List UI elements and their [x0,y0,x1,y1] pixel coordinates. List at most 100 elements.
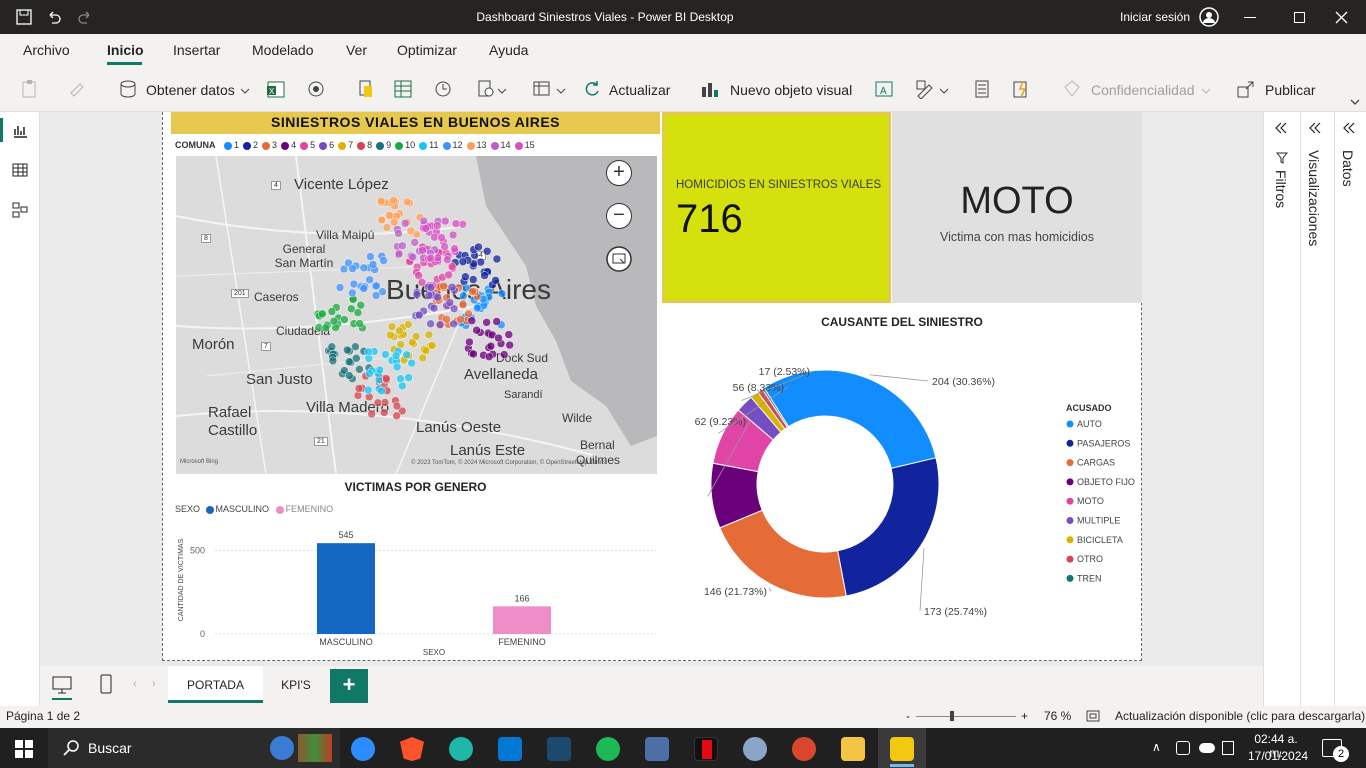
visualizations-pane[interactable]: Visualizaciones [1306,150,1322,246]
desktop-layout-icon[interactable] [52,676,72,694]
signin-link[interactable]: Iniciar sesión [1120,10,1190,24]
clock-date[interactable]: 17/01/2024 [1248,749,1308,763]
edge-icon[interactable] [449,737,473,761]
report-view-icon[interactable] [12,122,28,138]
mobile-layout-icon[interactable] [100,674,112,694]
vscode-icon[interactable] [498,737,522,761]
comuna-point [445,298,455,307]
menu-optimizar[interactable]: Optimizar [397,42,457,58]
brave-icon[interactable] [400,737,424,761]
comuna-point [353,391,363,400]
comuna-legend-dot [281,141,290,150]
paste-icon[interactable] [20,79,40,99]
filters-pane[interactable]: Filtros [1273,170,1289,208]
next-page-icon[interactable]: › [152,678,156,690]
taskbar-search[interactable]: Buscar [48,728,340,768]
model-view-icon[interactable] [12,202,28,218]
collapse-filters-icon[interactable] [1274,122,1288,134]
text-box-icon[interactable]: A [874,79,894,99]
onelake-icon[interactable] [306,79,326,99]
map-attribution[interactable]: © 2023 TomTom, © 2024 Microsoft Corporat… [411,460,606,466]
zoom-in-button[interactable]: + [606,160,632,186]
tray-app-icon[interactable] [1176,741,1190,755]
comuna-point [458,300,468,310]
new-visual-icon[interactable] [700,79,720,99]
undo-icon[interactable] [46,9,62,25]
zoom-app-icon[interactable] [351,737,375,761]
onedrive-icon[interactable] [1199,743,1215,753]
table-view-icon[interactable] [12,162,28,178]
more-visuals-icon[interactable] [915,79,935,99]
user-avatar-icon[interactable] [1199,7,1219,27]
ribbon-collapse-icon[interactable] [1350,99,1360,105]
refresh-button[interactable]: Actualizar [609,82,670,98]
close-icon[interactable] [1335,11,1348,24]
redo-icon[interactable] [77,9,93,25]
netflix-icon[interactable] [694,737,718,761]
chevron-down-icon[interactable] [497,88,507,94]
comuna-point [468,287,477,296]
windows-start-icon[interactable] [15,740,33,758]
zoom-slider-thumb[interactable] [950,711,954,721]
enter-data-icon[interactable] [393,79,413,99]
tab-kpis[interactable]: KPI'S [264,666,328,703]
chevron-down-icon[interactable] [939,88,949,94]
collapse-visualizations-icon[interactable] [1308,122,1322,134]
zoom-slider[interactable] [916,716,1016,717]
transform-data-icon[interactable] [476,79,496,99]
page-tabs-bar: ‹ › PORTADA KPI'S + [40,666,1263,706]
zoom-out-icon[interactable]: - [906,709,910,723]
comuna-legend-label: 6 [329,140,335,150]
file-explorer-icon[interactable] [841,737,865,761]
recent-sources-icon[interactable] [433,79,453,99]
menu-ayuda[interactable]: Ayuda [489,42,528,58]
volume-icon[interactable] [1222,741,1234,755]
tray-chevron-icon[interactable]: ∧ [1152,740,1161,754]
save-icon[interactable] [16,9,32,25]
data-pane[interactable]: Datos [1340,150,1356,187]
publish-icon[interactable] [1236,79,1256,99]
refresh-icon[interactable] [582,79,602,99]
r-icon[interactable] [743,737,767,761]
map-visual[interactable]: Vicente López Villa Maipú General San Mart… [176,156,657,474]
map-style-icon[interactable] [606,246,632,272]
tab-portada[interactable]: PORTADA [168,666,263,703]
dataverse-icon[interactable] [356,79,376,99]
powerbi-icon[interactable] [890,737,914,761]
menu-inicio[interactable]: Inicio [107,42,144,58]
spotify-icon[interactable] [596,737,620,761]
prev-page-icon[interactable]: ‹ [133,678,137,690]
get-data-button[interactable]: Obtener datos [146,82,235,98]
menu-insertar[interactable]: Insertar [173,42,220,58]
chevron-down-icon[interactable] [556,88,566,94]
get-data-icon[interactable] [118,79,138,99]
zoom-out-button[interactable]: − [606,203,632,229]
fit-to-page-icon[interactable] [1086,710,1100,722]
format-painter-icon[interactable] [68,79,88,99]
network-app-icon[interactable] [645,737,669,761]
sql-icon[interactable] [547,737,571,761]
excel-icon[interactable]: X [266,79,286,99]
manage-data-icon[interactable] [532,79,552,99]
chevron-down-icon[interactable] [240,88,250,94]
zoom-in-icon[interactable]: + [1021,709,1028,723]
comuna-point [450,244,459,253]
update-available[interactable]: Actualización disponible (clic para desc… [1115,709,1365,723]
publish-button[interactable]: Publicar [1265,82,1316,98]
add-page-button[interactable]: + [330,669,368,703]
chrome-dev-icon[interactable] [792,737,816,761]
quick-measure-icon[interactable] [1011,79,1031,99]
menu-archivo[interactable]: Archivo [23,42,70,58]
minimize-button[interactable] [1244,17,1256,18]
new-measure-icon[interactable] [972,79,992,99]
new-visual-button[interactable]: Nuevo objeto visual [730,82,852,98]
donut-chart[interactable]: 204 (30.36%) 173 (25.74%) 146 (21.73%) 62 (… [662,337,1142,657]
comuna-point [348,264,357,273]
gender-bar-chart[interactable]: 0 500 CANTIDAD DE VICTIMAS 545 MASCULINO 166 F… [171,520,661,660]
search-icon [63,740,79,756]
menu-ver[interactable]: Ver [346,42,367,58]
collapse-data-icon[interactable] [1342,122,1356,134]
maximize-button[interactable] [1294,12,1305,23]
menu-modelado[interactable]: Modelado [252,42,314,58]
kpi-label: HOMICIDIOS EN SINIESTROS VIALES [676,179,882,191]
